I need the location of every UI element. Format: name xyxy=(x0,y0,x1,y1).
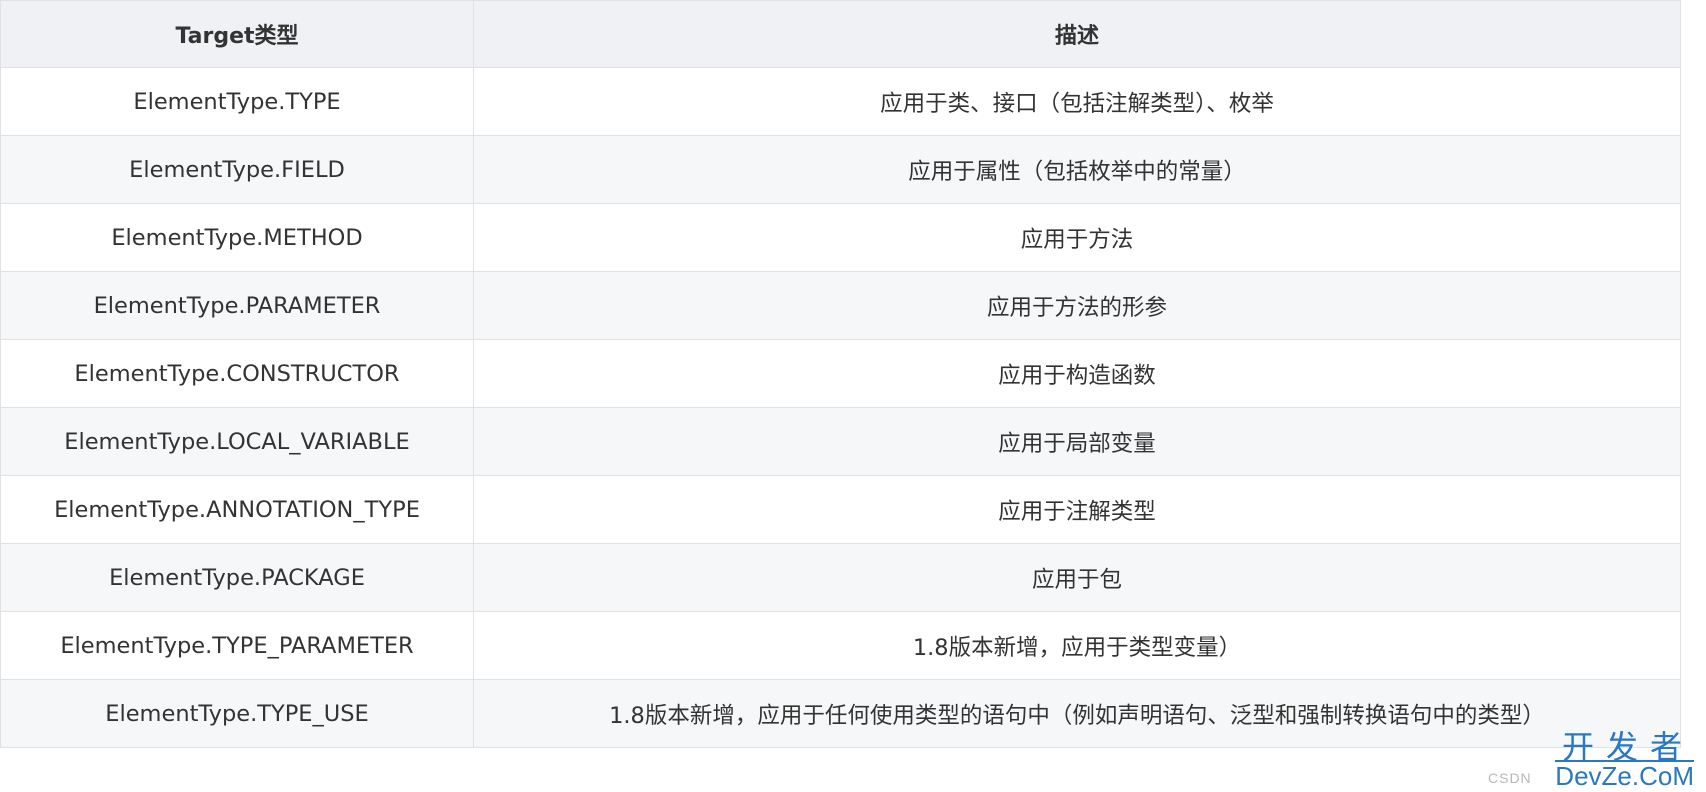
cell-description: 应用于方法 xyxy=(473,203,1681,272)
cell-target-type: ElementType.ANNOTATION_TYPE xyxy=(0,475,474,544)
watermark-csdn: CSDN xyxy=(1488,770,1532,786)
watermark: CSDN 开发者 DevZe.CoM xyxy=(1488,730,1698,790)
table-header: Target类型 描述 xyxy=(0,0,1681,68)
cell-target-type: ElementType.CONSTRUCTOR xyxy=(0,339,474,408)
cell-target-type: ElementType.TYPE_USE xyxy=(0,679,474,748)
table-row: ElementType.CONSTRUCTOR 应用于构造函数 xyxy=(0,339,1681,408)
table-row: ElementType.PARAMETER 应用于方法的形参 xyxy=(0,271,1681,340)
table-row: ElementType.TYPE_USE 1.8版本新增，应用于任何使用类型的语… xyxy=(0,679,1681,748)
table-row: ElementType.ANNOTATION_TYPE 应用于注解类型 xyxy=(0,475,1681,544)
cell-target-type: ElementType.FIELD xyxy=(0,135,474,204)
watermark-bottom: DevZe.CoM xyxy=(1555,760,1694,791)
table-row: ElementType.LOCAL_VARIABLE 应用于局部变量 xyxy=(0,407,1681,476)
cell-target-type: ElementType.PACKAGE xyxy=(0,543,474,612)
watermark-top: 开发者 xyxy=(1561,728,1694,766)
header-row: Target类型 描述 xyxy=(0,0,1681,68)
cell-description: 1.8版本新增，应用于类型变量） xyxy=(473,611,1681,680)
cell-target-type: ElementType.PARAMETER xyxy=(0,271,474,340)
table-row: ElementType.PACKAGE 应用于包 xyxy=(0,543,1681,612)
cell-description: 应用于方法的形参 xyxy=(473,271,1681,340)
table-body: ElementType.TYPE 应用于类、接口（包括注解类型）、枚举 Elem… xyxy=(0,67,1681,748)
cell-description: 应用于注解类型 xyxy=(473,475,1681,544)
cell-target-type: ElementType.TYPE xyxy=(0,67,474,136)
header-description: 描述 xyxy=(473,0,1681,68)
cell-target-type: ElementType.TYPE_PARAMETER xyxy=(0,611,474,680)
cell-description: 应用于构造函数 xyxy=(473,339,1681,408)
cell-target-type: ElementType.METHOD xyxy=(0,203,474,272)
cell-description: 应用于属性（包括枚举中的常量） xyxy=(473,135,1681,204)
table-row: ElementType.TYPE 应用于类、接口（包括注解类型）、枚举 xyxy=(0,67,1681,136)
table-row: ElementType.FIELD 应用于属性（包括枚举中的常量） xyxy=(0,135,1681,204)
cell-target-type: ElementType.LOCAL_VARIABLE xyxy=(0,407,474,476)
cell-description: 应用于类、接口（包括注解类型）、枚举 xyxy=(473,67,1681,136)
header-target-type: Target类型 xyxy=(0,0,474,68)
cell-description: 应用于包 xyxy=(473,543,1681,612)
cell-description: 应用于局部变量 xyxy=(473,407,1681,476)
table-row: ElementType.METHOD 应用于方法 xyxy=(0,203,1681,272)
table-row: ElementType.TYPE_PARAMETER 1.8版本新增，应用于类型… xyxy=(0,611,1681,680)
element-type-table: Target类型 描述 ElementType.TYPE 应用于类、接口（包括注… xyxy=(0,0,1681,748)
